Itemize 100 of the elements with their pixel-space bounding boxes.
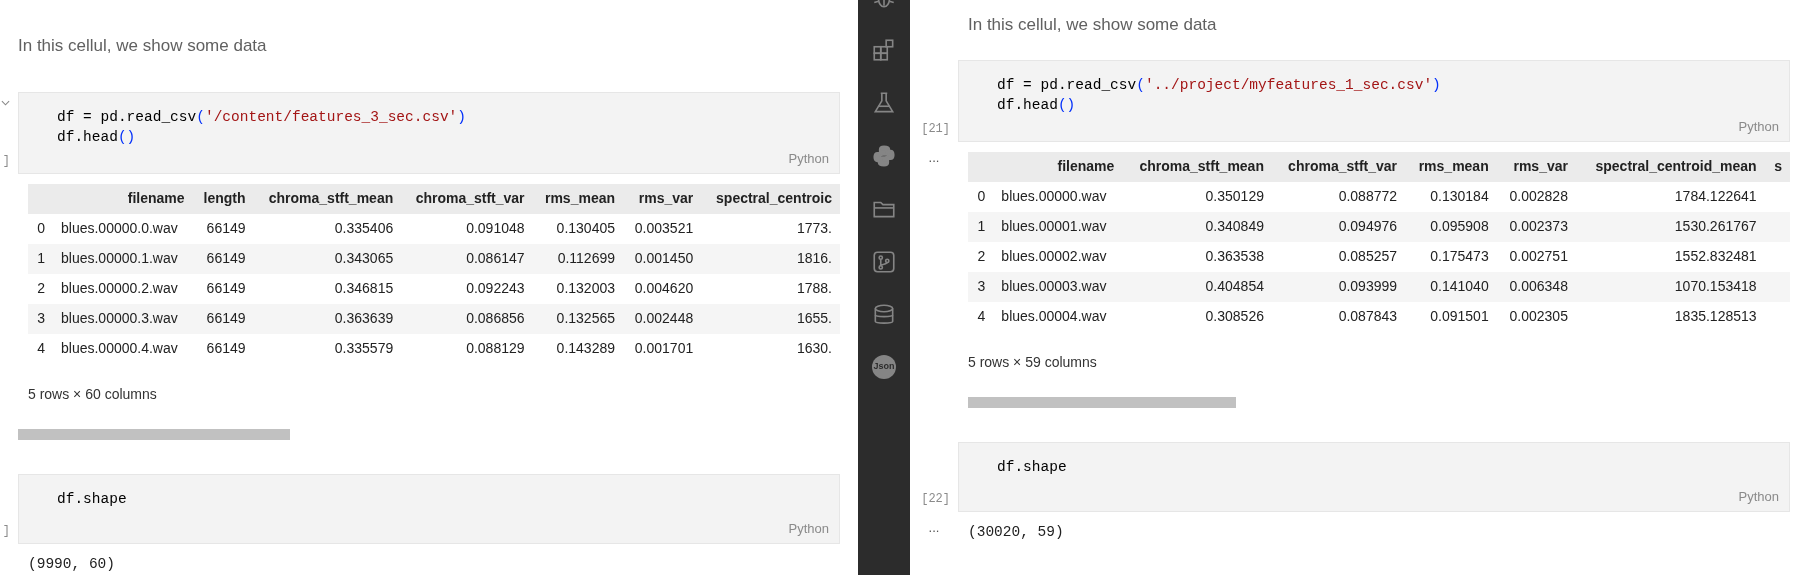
column-header: chroma_stft_var <box>1271 151 1406 182</box>
table-cell: 0.340849 <box>1122 211 1272 242</box>
row-index: 1 <box>968 211 994 242</box>
table-cell: 1530.261767 <box>1575 211 1765 242</box>
column-header: rms_mean <box>532 183 623 214</box>
table-cell: 0.346815 <box>253 273 402 304</box>
json-icon[interactable]: Json <box>872 355 896 379</box>
row-index: 2 <box>968 241 994 272</box>
scrollbar-thumb[interactable] <box>968 396 1236 408</box>
column-header: filename <box>993 151 1123 182</box>
table-cell: 0.141040 <box>1405 271 1497 302</box>
chevron-icon[interactable] <box>1 99 10 106</box>
column-header: rms_mean <box>1405 151 1497 182</box>
table-cell: 0.404854 <box>1122 271 1272 302</box>
table-cell: 66149 <box>192 243 254 274</box>
table-cell: 0.086856 <box>401 303 533 334</box>
table-cell: 0.002448 <box>623 303 702 334</box>
execution-count: ] <box>2 152 10 170</box>
table-cell: blues.00003.wav <box>993 271 1123 302</box>
table-cell: 66149 <box>192 303 254 334</box>
code-line: df = pd.read_csv('../project/myfeatures_1_sec.csv') <box>997 75 1442 95</box>
table-footer: 5 rows × 60 columns <box>28 383 840 405</box>
table-cell: 0.363639 <box>253 303 402 334</box>
language-label[interactable]: Python <box>57 518 829 539</box>
execution-count: [21] <box>921 120 950 138</box>
row-index: 2 <box>28 273 53 304</box>
column-header: length <box>192 183 254 214</box>
table-cell: 1070.153418 <box>1575 271 1765 302</box>
table-cell: 0.130184 <box>1405 181 1497 212</box>
table-footer: 5 rows × 59 columns <box>968 351 1790 373</box>
table-cell: 0.343065 <box>253 243 402 274</box>
table-cell: 0.363538 <box>1122 241 1272 272</box>
table-cell: 1816. <box>701 243 840 274</box>
branch-icon[interactable] <box>871 249 897 275</box>
execution-count: [22] <box>921 490 950 508</box>
output-menu[interactable]: ... <box>928 151 940 408</box>
column-header: s <box>1764 151 1790 182</box>
code-line: df.shape <box>57 489 128 509</box>
table-cell: 1655. <box>701 303 840 334</box>
table-cell: 0.095908 <box>1405 211 1497 242</box>
table-cell: 0.002751 <box>1496 241 1576 272</box>
code-line: df.shape <box>997 457 1068 477</box>
column-header: spectral_centroid_mean <box>1575 151 1765 182</box>
column-header: chroma_stft_mean <box>1122 151 1272 182</box>
table-cell: 0.132003 <box>532 273 623 304</box>
table-cell: 66149 <box>192 213 254 244</box>
table-cell: blues.00000.0.wav <box>53 213 193 244</box>
table-cell: 1773. <box>701 213 840 244</box>
language-label[interactable]: Python <box>997 486 1779 507</box>
code-line: df = pd.read_csv('/content/features_3_sec.csv') <box>57 107 467 127</box>
table-cell: 0.086147 <box>401 243 533 274</box>
table-cell: 1788. <box>701 273 840 304</box>
table-cell: 1784.122641 <box>1575 181 1765 212</box>
table-cell: 0.335406 <box>253 213 402 244</box>
table-cell: 0.002828 <box>1496 181 1576 212</box>
table-cell: 0.092243 <box>401 273 533 304</box>
code-line: df.head() <box>997 95 1077 115</box>
table-cell: 0.088772 <box>1271 181 1406 212</box>
execution-count: ] <box>2 522 10 540</box>
markdown-text: In this cellul, we show some data <box>968 14 1218 36</box>
output-text: (9990, 60) <box>28 554 116 574</box>
table-cell: 0.112699 <box>532 243 623 274</box>
language-label[interactable]: Python <box>997 116 1779 137</box>
row-index: 1 <box>28 243 53 274</box>
table-cell: 0.085257 <box>1271 241 1406 272</box>
column-header: chroma_stft_var <box>401 183 533 214</box>
table-cell: blues.00000.wav <box>993 181 1123 212</box>
scrollbar-thumb[interactable] <box>18 428 290 440</box>
output-text: (30020, 59) <box>968 522 1065 542</box>
markdown-text: In this cellul, we show some data <box>18 35 268 57</box>
row-index: 0 <box>28 213 53 244</box>
table-cell: 0.094976 <box>1271 211 1406 242</box>
table-cell: blues.00001.wav <box>993 211 1123 242</box>
column-header: chroma_stft_mean <box>253 183 402 214</box>
table-cell: blues.00002.wav <box>993 241 1123 272</box>
table-cell: 0.130405 <box>532 213 623 244</box>
table-cell: 0.002373 <box>1496 211 1576 242</box>
column-header: rms_var <box>623 183 702 214</box>
code-line: df.head() <box>57 127 137 147</box>
table-cell: 0.175473 <box>1405 241 1497 272</box>
output-menu[interactable]: ... <box>928 521 940 544</box>
row-index: 3 <box>968 271 994 302</box>
table-cell: 0.004620 <box>623 273 702 304</box>
row-index: 0 <box>968 181 994 212</box>
row-index: 3 <box>28 303 53 334</box>
table-cell: 66149 <box>192 273 254 304</box>
table-cell: 0.132565 <box>532 303 623 334</box>
column-header: spectral_centroic <box>701 183 840 214</box>
table-cell: 1552.832481 <box>1575 241 1765 272</box>
column-header: rms_var <box>1496 151 1576 182</box>
table-cell: blues.00000.3.wav <box>53 303 193 334</box>
table-cell: 0.093999 <box>1271 271 1406 302</box>
table-cell: 0.091048 <box>401 213 533 244</box>
table-cell: blues.00000.2.wav <box>53 273 193 304</box>
language-label[interactable]: Python <box>57 148 829 169</box>
table-cell: 0.001450 <box>623 243 702 274</box>
table-cell: blues.00000.1.wav <box>53 243 193 274</box>
table-cell: 0.006348 <box>1496 271 1576 302</box>
column-header: filename <box>53 183 193 214</box>
table-cell: 0.003521 <box>623 213 702 244</box>
